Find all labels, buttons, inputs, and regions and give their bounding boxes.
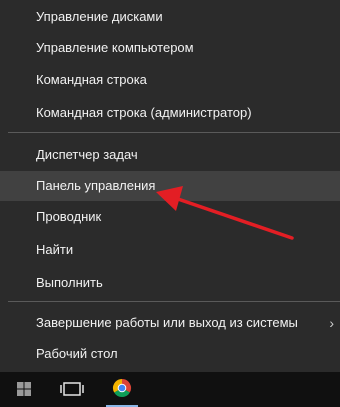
menu-item-label: Командная строка (администратор): [36, 105, 252, 120]
screen: Управление дисками Управление компьютеро…: [0, 0, 340, 407]
menu-item-control-panel[interactable]: Панель управления: [0, 171, 340, 201]
menu-item-label: Выполнить: [36, 275, 103, 290]
menu-item-task-manager[interactable]: Диспетчер задач: [0, 140, 340, 170]
task-view-icon: [60, 382, 84, 396]
menu-item-label: Панель управления: [36, 178, 156, 193]
chrome-taskbar-button[interactable]: [102, 372, 142, 407]
menu-item-search[interactable]: Найти: [0, 235, 340, 265]
menu-item-disk-management[interactable]: Управление дисками: [0, 2, 340, 32]
menu-item-label: Проводник: [36, 209, 102, 224]
menu-item-desktop[interactable]: Рабочий стол: [0, 339, 340, 369]
menu-item-label: Завершение работы или выход из системы: [36, 315, 298, 330]
menu-item-label: Командная строка: [36, 72, 147, 87]
chrome-icon: [112, 379, 132, 398]
windows-start-icon: [17, 382, 31, 396]
menu-item-shutdown-signout[interactable]: Завершение работы или выход из системы ›: [0, 308, 340, 338]
chevron-right-icon: ›: [329, 315, 334, 331]
menu-separator: [8, 132, 340, 133]
menu-item-command-prompt-admin[interactable]: Командная строка (администратор): [0, 98, 340, 128]
menu-item-label: Управление дисками: [36, 9, 163, 24]
menu-item-label: Диспетчер задач: [36, 147, 138, 162]
menu-item-label: Рабочий стол: [36, 346, 118, 361]
task-view-button[interactable]: [52, 372, 92, 407]
menu-item-computer-management[interactable]: Управление компьютером: [0, 33, 340, 63]
start-button[interactable]: [0, 372, 48, 407]
menu-separator: [8, 301, 340, 302]
winx-context-menu: Управление дисками Управление компьютеро…: [0, 0, 340, 372]
menu-item-run[interactable]: Выполнить: [0, 268, 340, 298]
menu-item-command-prompt[interactable]: Командная строка: [0, 65, 340, 95]
menu-item-label: Управление компьютером: [36, 40, 194, 55]
menu-item-label: Найти: [36, 242, 74, 257]
menu-item-file-explorer[interactable]: Проводник: [0, 202, 340, 232]
taskbar: [0, 372, 340, 407]
